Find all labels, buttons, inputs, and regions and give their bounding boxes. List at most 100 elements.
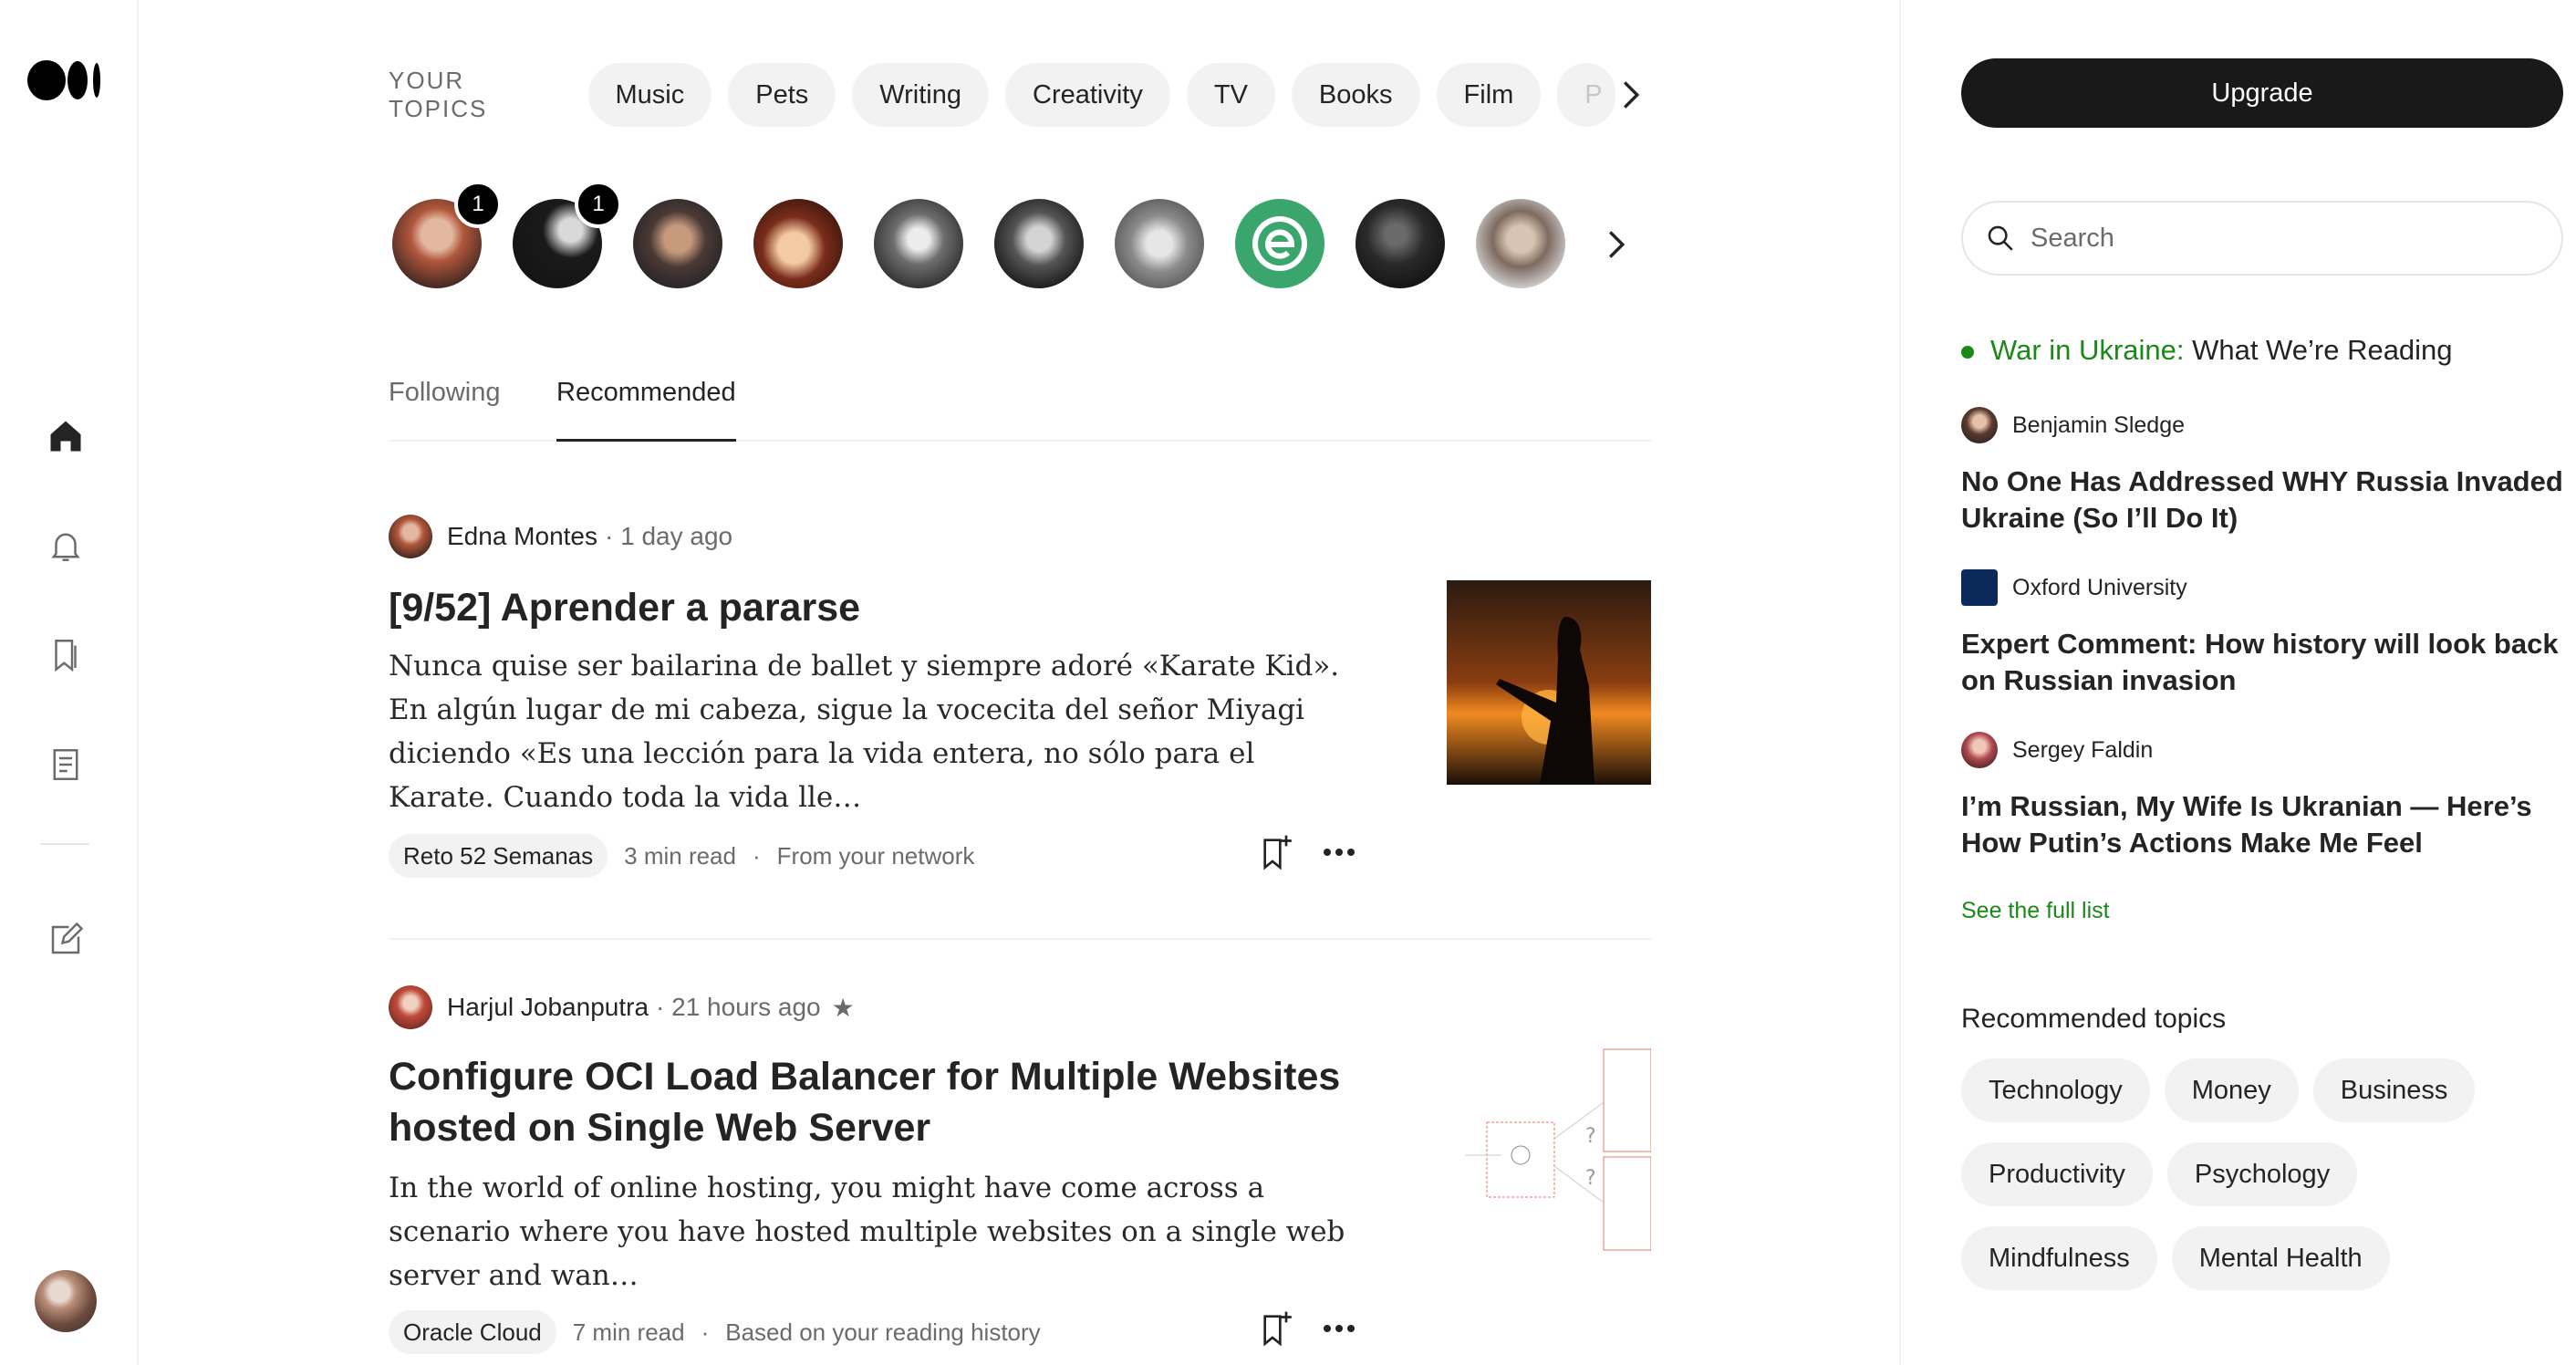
reading-list-prefix: War in Ukraine: <box>1990 334 2185 366</box>
recommended-topics-heading: Recommended topics <box>1961 1004 2227 1034</box>
bookmark-add-icon[interactable] <box>1259 1308 1295 1349</box>
publish-time: · 1 day ago <box>605 522 733 550</box>
following-avatar[interactable] <box>874 199 963 288</box>
recommended-topic-pill[interactable]: Productivity <box>1961 1142 2153 1206</box>
status-dot <box>1961 345 1974 359</box>
recommended-topic-pill[interactable]: Mindfulness <box>1961 1226 2157 1290</box>
topic-pill[interactable]: TV <box>1186 63 1275 127</box>
recommendation-reason: Based on your reading history <box>725 1318 1041 1346</box>
article-footer: Reto 52 Semanas 3 min read · From your n… <box>389 832 1356 880</box>
topic-pill[interactable]: P <box>1557 63 1615 127</box>
more-options-icon[interactable] <box>1323 848 1356 857</box>
more-options-icon[interactable] <box>1323 1324 1356 1333</box>
tab-recommended[interactable]: Recommended <box>556 378 736 442</box>
following-avatar[interactable] <box>1476 199 1565 288</box>
medium-logo[interactable] <box>27 58 104 102</box>
article-meta: Harjul Jobanputra · 21 hours ago ★ <box>389 985 855 1029</box>
separator-dot: · <box>752 841 761 870</box>
article-thumbnail[interactable] <box>1447 580 1651 785</box>
article-tag[interactable]: Reto 52 Semanas <box>389 834 608 878</box>
rail-divider <box>40 843 89 845</box>
recommendation-reason: From your network <box>776 841 975 870</box>
article-title[interactable]: Configure OCI Load Balancer for Multiple… <box>389 1051 1356 1153</box>
article-thumbnail[interactable]: ? ? <box>1447 1047 1651 1252</box>
topic-pill[interactable]: Film <box>1436 63 1542 127</box>
following-avatar[interactable] <box>1356 199 1445 288</box>
following-avatar[interactable] <box>1115 199 1204 288</box>
svg-text:?: ? <box>1585 1125 1596 1148</box>
unread-badge: 1 <box>454 181 502 228</box>
home-icon[interactable] <box>40 411 91 462</box>
side-author[interactable]: Oxford University <box>1961 569 2563 606</box>
article-tag[interactable]: Oracle Cloud <box>389 1310 556 1354</box>
following-avatar[interactable] <box>994 199 1084 288</box>
side-article-title[interactable]: No One Has Addressed WHY Russia Invaded … <box>1961 464 2563 537</box>
following-avatar[interactable] <box>753 199 843 288</box>
lists-bookmark-icon[interactable] <box>40 630 91 681</box>
topic-pill[interactable]: Writing <box>852 63 989 127</box>
author-name: Sergey Faldin <box>2012 736 2154 763</box>
tab-following[interactable]: Following <box>389 378 501 442</box>
article-footer: Oracle Cloud 7 min read · Based on your … <box>389 1308 1356 1356</box>
member-star-icon: ★ <box>831 993 855 1022</box>
topic-pill[interactable]: Music <box>587 63 712 127</box>
reading-list-item: Sergey Faldin I’m Russian, My Wife Is Uk… <box>1961 732 2563 861</box>
see-full-list-link[interactable]: See the full list <box>1961 898 2110 924</box>
unread-badge: 1 <box>575 181 622 228</box>
topics-next-chevron-icon[interactable] <box>1615 78 1647 111</box>
feed-tabs: Following Recommended <box>389 361 1651 442</box>
search-input[interactable] <box>2031 223 2541 254</box>
reading-list-item: Oxford University Expert Comment: How hi… <box>1961 569 2563 699</box>
article-divider <box>389 938 1651 940</box>
search-box <box>1961 201 2563 276</box>
author-name[interactable]: Harjul Jobanputra <box>447 993 649 1022</box>
author-name: Benjamin Sledge <box>2012 412 2186 438</box>
topic-pill[interactable]: Creativity <box>1005 63 1170 127</box>
bookmark-add-icon[interactable] <box>1259 832 1295 872</box>
search-icon <box>1988 225 2013 251</box>
read-time: 7 min read <box>572 1318 685 1346</box>
article-actions <box>1259 832 1356 872</box>
side-article-title[interactable]: I’m Russian, My Wife Is Ukranian — Here’… <box>1961 788 2563 861</box>
article-title[interactable]: [9/52] Aprender a pararse <box>389 582 1356 633</box>
side-article-title[interactable]: Expert Comment: How history will look ba… <box>1961 626 2563 699</box>
recommended-topic-pill[interactable]: Psychology <box>2166 1142 2358 1206</box>
svg-text:?: ? <box>1585 1167 1596 1190</box>
author-avatar <box>1961 732 1998 768</box>
recommended-topic-pill[interactable]: Money <box>2164 1058 2299 1122</box>
side-author[interactable]: Sergey Faldin <box>1961 732 2563 768</box>
topic-pill[interactable]: Pets <box>728 63 836 127</box>
recommended-topic-pill[interactable]: Technology <box>1961 1058 2150 1122</box>
recommended-topics-list: Technology Money Business Productivity P… <box>1961 1058 2563 1290</box>
avatars-next-chevron-icon[interactable] <box>1600 228 1633 261</box>
left-nav-rail <box>0 0 139 1365</box>
article-excerpt[interactable]: Nunca quise ser bailarina de ballet y si… <box>389 644 1356 819</box>
stories-document-icon[interactable] <box>40 739 91 790</box>
user-avatar[interactable] <box>35 1270 97 1332</box>
author-avatar[interactable] <box>389 985 432 1029</box>
author-avatar <box>1961 407 1998 443</box>
reading-list-heading[interactable]: War in Ukraine: What We’re Reading <box>1961 334 2453 367</box>
author-avatar <box>1961 569 1998 606</box>
notifications-bell-icon[interactable] <box>40 520 91 571</box>
recommended-topic-pill[interactable]: Mental Health <box>2171 1226 2390 1290</box>
read-time: 3 min read <box>624 841 736 870</box>
following-avatars: 1 1 <box>389 181 1666 290</box>
article-excerpt[interactable]: In the world of online hosting, you migh… <box>389 1166 1356 1297</box>
following-avatar[interactable] <box>633 199 722 288</box>
reading-list-item: Benjamin Sledge No One Has Addressed WHY… <box>1961 407 2563 537</box>
publish-time: · 21 hours ago <box>656 993 821 1021</box>
topics-bar: YOUR TOPICS Music Pets Writing Creativit… <box>389 62 1647 128</box>
separator-dot: · <box>701 1318 710 1346</box>
recommended-topic-pill[interactable]: Business <box>2312 1058 2476 1122</box>
author-name[interactable]: Edna Montes <box>447 522 597 551</box>
following-avatar[interactable] <box>1235 199 1324 288</box>
upgrade-button[interactable]: Upgrade <box>1961 58 2563 128</box>
topic-pill[interactable]: Books <box>1291 63 1420 127</box>
side-author[interactable]: Benjamin Sledge <box>1961 407 2563 443</box>
author-avatar[interactable] <box>389 515 432 558</box>
reading-list-title: What We’re Reading <box>2192 334 2453 366</box>
topics-label: YOUR TOPICS <box>389 67 488 122</box>
write-icon[interactable] <box>40 914 91 965</box>
right-sidebar: Upgrade War in Ukraine: What We’re Readi… <box>1899 0 2576 1365</box>
